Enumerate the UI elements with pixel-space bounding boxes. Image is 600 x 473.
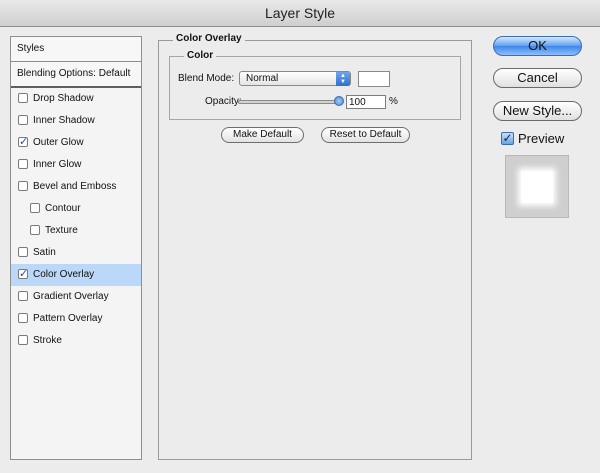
style-item-label: Bevel and Emboss — [33, 181, 117, 192]
style-checkbox[interactable] — [18, 181, 28, 191]
style-item-pattern-overlay[interactable]: Pattern Overlay — [11, 308, 141, 330]
style-item-outer-glow[interactable]: ✓ Outer Glow — [11, 132, 141, 154]
window-title: Layer Style — [0, 0, 600, 27]
blending-options-item[interactable]: Blending Options: Default — [11, 62, 141, 88]
style-item-inner-shadow[interactable]: Inner Shadow — [11, 110, 141, 132]
preview-label: Preview — [518, 131, 565, 146]
opacity-unit: % — [389, 96, 398, 107]
overlay-color-swatch[interactable] — [358, 71, 390, 87]
style-item-label: Drop Shadow — [33, 93, 94, 104]
style-checkbox[interactable] — [18, 335, 28, 345]
preview-swatch — [521, 171, 553, 203]
cancel-button[interactable]: Cancel — [493, 68, 582, 88]
style-checkbox[interactable] — [18, 159, 28, 169]
style-item-label: Gradient Overlay — [33, 291, 109, 302]
style-checkbox[interactable] — [30, 203, 40, 213]
style-item-label: Stroke — [33, 335, 62, 346]
opacity-label: Opacity: — [205, 96, 242, 107]
layer-style-dialog: Layer Style Styles Blending Options: Def… — [0, 0, 600, 473]
ok-button[interactable]: OK — [493, 36, 582, 56]
style-item-gradient-overlay[interactable]: Gradient Overlay — [11, 286, 141, 308]
style-item-label: Pattern Overlay — [33, 313, 103, 324]
style-item-inner-glow[interactable]: Inner Glow — [11, 154, 141, 176]
up-down-arrows-icon: ▲ ▼ — [336, 72, 350, 86]
make-default-button[interactable]: Make Default — [221, 127, 304, 143]
reset-to-default-button[interactable]: Reset to Default — [321, 127, 410, 143]
style-checkbox[interactable] — [18, 313, 28, 323]
style-item-label: Inner Glow — [33, 159, 82, 170]
style-item-texture[interactable]: Texture — [11, 220, 141, 242]
color-group — [169, 56, 461, 120]
style-item-color-overlay[interactable]: ✓ Color Overlay — [11, 264, 141, 286]
style-item-bevel-and-emboss[interactable]: Bevel and Emboss — [11, 176, 141, 198]
style-item-satin[interactable]: Satin — [11, 242, 141, 264]
style-item-label: Texture — [45, 225, 78, 236]
style-checkbox[interactable] — [30, 225, 40, 235]
style-items: Drop Shadow Inner Shadow ✓ Outer Glow Inner … — [11, 88, 141, 352]
style-checkbox[interactable]: ✓ — [18, 137, 28, 148]
style-item-label: Outer Glow — [33, 137, 84, 148]
styles-list: Styles Blending Options: Default Drop Sh… — [10, 36, 142, 460]
opacity-input[interactable] — [346, 95, 386, 109]
style-preview-thumbnail — [505, 155, 569, 218]
new-style-button[interactable]: New Style... — [493, 101, 582, 121]
color-group-label: Color — [184, 50, 217, 61]
style-checkbox[interactable] — [18, 115, 28, 125]
style-item-label: Inner Shadow — [33, 115, 95, 126]
style-item-contour[interactable]: Contour — [11, 198, 141, 220]
blend-mode-label: Blend Mode: — [178, 73, 235, 84]
style-item-stroke[interactable]: Stroke — [11, 330, 141, 352]
style-checkbox[interactable] — [18, 291, 28, 301]
styles-header[interactable]: Styles — [11, 37, 141, 62]
style-item-label: Contour — [45, 203, 81, 214]
panel-title: Color Overlay — [173, 33, 245, 44]
style-item-label: Color Overlay — [33, 269, 95, 280]
opacity-slider-track[interactable] — [238, 100, 342, 104]
style-checkbox[interactable] — [18, 247, 28, 257]
opacity-slider-thumb[interactable] — [334, 96, 344, 106]
style-checkbox[interactable] — [18, 93, 28, 103]
style-item-drop-shadow[interactable]: Drop Shadow — [11, 88, 141, 110]
blend-mode-select[interactable]: Normal ▲ ▼ — [239, 71, 351, 86]
style-checkbox[interactable]: ✓ — [18, 269, 28, 280]
preview-checkbox[interactable]: ✓ — [501, 132, 514, 145]
style-item-label: Satin — [33, 247, 56, 258]
blend-mode-value: Normal — [246, 73, 279, 84]
